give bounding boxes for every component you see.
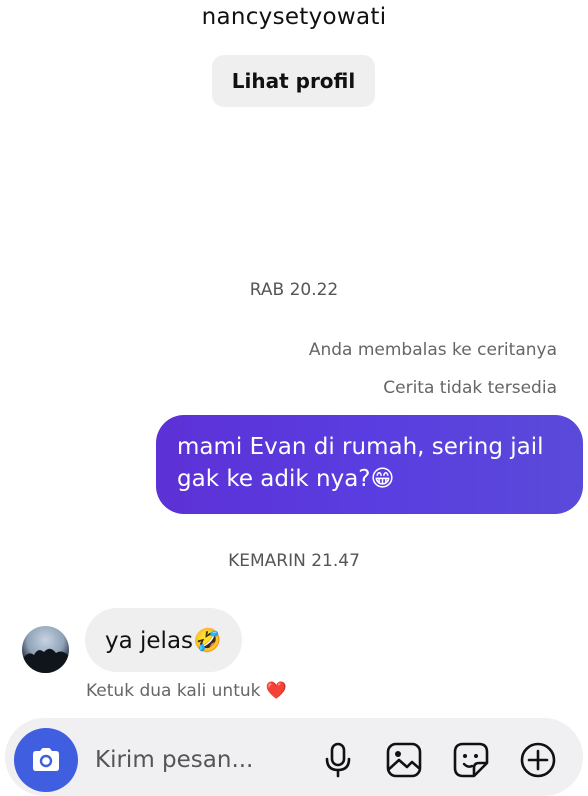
- message-input[interactable]: [93, 742, 297, 778]
- message-timestamp: KEMARIN 21.47: [228, 551, 360, 571]
- image-icon: [386, 742, 422, 778]
- avatar-image: [22, 648, 69, 673]
- chat-username: nancysetyowati: [201, 4, 387, 30]
- story-reply-note: Anda membalas ke ceritanya: [308, 340, 557, 360]
- outgoing-message-bubble[interactable]: mami Evan di rumah, sering jail gak ke a…: [156, 415, 583, 514]
- message-timestamp: RAB 20.22: [249, 280, 339, 300]
- double-tap-hint: Ketuk dua kali untuk ❤️: [86, 681, 288, 701]
- message-composer: [5, 718, 583, 796]
- sticker-icon: [453, 742, 489, 778]
- more-options-button[interactable]: [518, 740, 558, 780]
- story-unavailable-note[interactable]: Cerita tidak tersedia: [383, 378, 557, 398]
- add-icon: [520, 742, 556, 778]
- microphone-icon: [325, 742, 351, 778]
- sticker-button[interactable]: [451, 740, 491, 780]
- camera-button[interactable]: [14, 728, 78, 792]
- microphone-button[interactable]: [318, 740, 358, 780]
- avatar[interactable]: [22, 626, 69, 673]
- view-profile-button[interactable]: Lihat profil: [212, 55, 375, 107]
- gallery-button[interactable]: [384, 740, 424, 780]
- incoming-message-bubble[interactable]: ya jelas🤣: [85, 608, 242, 672]
- camera-icon: [33, 748, 59, 771]
